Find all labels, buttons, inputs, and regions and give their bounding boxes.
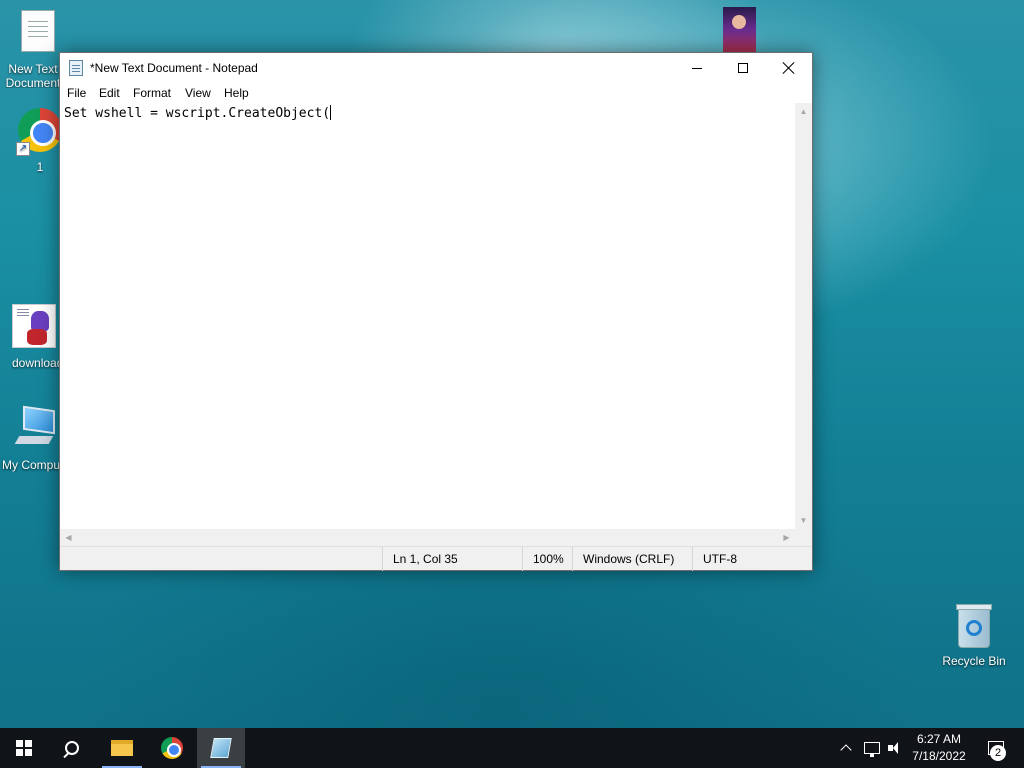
close-icon xyxy=(783,62,795,74)
search-icon xyxy=(65,741,79,755)
text-caret xyxy=(330,105,332,120)
shortcut-arrow-icon: ↗ xyxy=(16,142,30,156)
notification-count-badge: 2 xyxy=(990,745,1006,761)
status-line-ending: Windows (CRLF) xyxy=(572,547,692,571)
scroll-down-icon[interactable]: ▼ xyxy=(795,512,812,529)
network-icon xyxy=(864,742,880,757)
taskbar: 6:27 AM 7/18/2022 xyxy=(0,728,1024,768)
scroll-up-icon[interactable]: ▲ xyxy=(795,103,812,120)
scrollbar-corner xyxy=(795,529,812,546)
desktop-icon-label: Recycle Bin xyxy=(942,654,1006,668)
editor-text-line: Set wshell = wscript.CreateObject( xyxy=(64,105,332,122)
chrome-icon xyxy=(161,737,183,759)
notepad-icon xyxy=(210,738,232,758)
horizontal-scrollbar[interactable]: ◀ ▶ xyxy=(60,529,795,546)
title-bar[interactable]: *New Text Document - Notepad xyxy=(60,53,812,83)
editor-text: Set wshell = wscript.CreateObject( xyxy=(64,106,331,121)
menu-file[interactable]: File xyxy=(67,86,86,100)
volume-icon xyxy=(888,741,902,755)
computer-icon xyxy=(11,405,59,454)
scroll-right-icon[interactable]: ▶ xyxy=(778,529,795,546)
status-bar: Ln 1, Col 35 100% Windows (CRLF) UTF-8 xyxy=(60,546,812,571)
taskbar-file-explorer[interactable] xyxy=(98,728,146,768)
file-explorer-icon xyxy=(111,740,133,756)
minimize-button[interactable] xyxy=(674,53,720,83)
menu-bar: File Edit Format View Help xyxy=(60,83,812,103)
chevron-up-icon xyxy=(840,744,852,756)
clock-button[interactable]: 6:27 AM 7/18/2022 xyxy=(906,731,972,765)
image-file-icon xyxy=(10,304,58,352)
clock-date: 7/18/2022 xyxy=(912,749,966,763)
text-document-icon xyxy=(14,10,62,58)
maximize-button[interactable] xyxy=(720,53,766,83)
close-button[interactable] xyxy=(766,53,812,83)
menu-help[interactable]: Help xyxy=(224,86,249,100)
search-button[interactable] xyxy=(48,728,96,768)
status-encoding: UTF-8 xyxy=(692,547,812,571)
taskbar-chrome[interactable] xyxy=(148,728,196,768)
recycle-bin-icon xyxy=(950,602,998,650)
desktop-icon-recycle-bin[interactable]: Recycle Bin xyxy=(936,602,1012,668)
maximize-icon xyxy=(738,63,748,73)
chrome-icon: ↗ xyxy=(16,108,64,156)
status-zoom: 100% xyxy=(522,547,572,571)
desktop-icon-label: download xyxy=(12,356,64,370)
vertical-scrollbar[interactable]: ▲ ▼ xyxy=(795,103,812,529)
desktop-icon-download[interactable]: download xyxy=(0,302,68,370)
window-title: *New Text Document - Notepad xyxy=(90,61,258,75)
text-editor-area[interactable]: Set wshell = wscript.CreateObject( xyxy=(60,103,795,529)
network-button[interactable] xyxy=(860,728,884,768)
menu-format[interactable]: Format xyxy=(133,86,171,100)
start-button[interactable] xyxy=(0,728,48,768)
menu-view[interactable]: View xyxy=(185,86,211,100)
menu-edit[interactable]: Edit xyxy=(99,86,120,100)
show-hidden-icons-button[interactable] xyxy=(836,728,856,768)
minimize-icon xyxy=(692,67,702,69)
taskbar-notepad[interactable] xyxy=(197,728,245,768)
desktop-image-thumbnail[interactable] xyxy=(723,7,756,53)
notepad-window: *New Text Document - Notepad File Edit F… xyxy=(59,52,813,571)
volume-button[interactable] xyxy=(884,728,906,768)
windows-start-icon xyxy=(16,740,32,756)
status-cursor-position: Ln 1, Col 35 xyxy=(382,547,522,571)
notepad-app-icon[interactable] xyxy=(69,60,83,76)
clock-time: 6:27 AM xyxy=(916,732,962,746)
scroll-left-icon[interactable]: ◀ xyxy=(60,529,77,546)
